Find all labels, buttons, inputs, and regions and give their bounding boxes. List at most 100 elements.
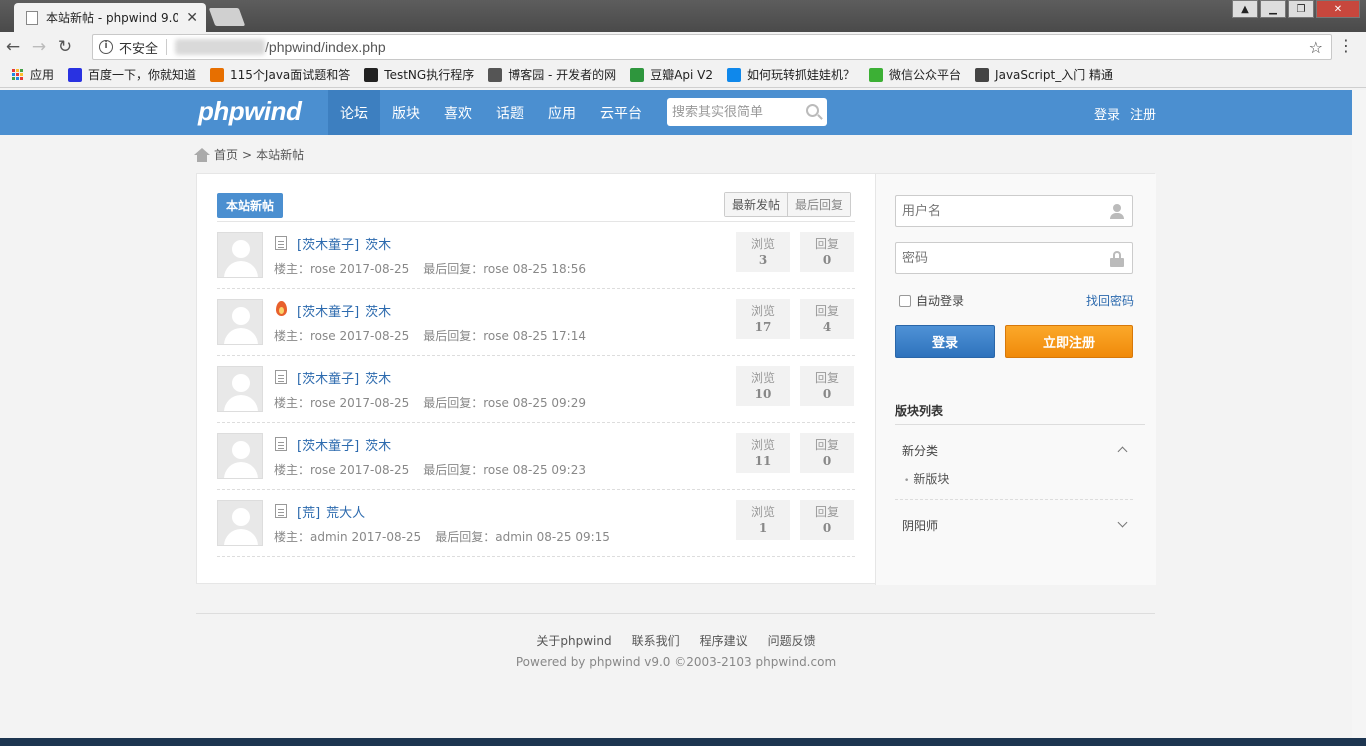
page-scrollbar[interactable] (1352, 90, 1366, 740)
category-onmyoji[interactable]: 阴阳师 (902, 517, 938, 534)
info-icon[interactable]: i (99, 40, 113, 54)
bookmark-item[interactable]: 微信公众平台 (869, 66, 961, 83)
chevron-down-icon[interactable] (1117, 517, 1128, 528)
bookmark-item[interactable]: 豆瓣Api V2 (630, 66, 713, 83)
chevron-up-icon[interactable] (1117, 446, 1128, 457)
bookmarks-bar: 应用 百度一下，你就知道 115个Java面试题和答 TestNG执行程序 博客园 - … (0, 62, 1366, 88)
tab-close-icon[interactable]: ✕ (186, 10, 198, 26)
thread-title-link[interactable]: [茨木童子] 茨木 (297, 435, 391, 454)
category-new[interactable]: 新分类 (902, 442, 938, 459)
footer-divider (196, 613, 1155, 614)
bookmark-item[interactable]: JavaScript_入门 精通 (975, 66, 1113, 83)
reload-icon[interactable]: ↻ (52, 37, 78, 57)
thread-title-link[interactable]: [茨木童子] 茨木 (297, 368, 391, 387)
sort-latest-reply-button[interactable]: 最后回复 (787, 193, 851, 216)
thread-title-link[interactable]: [茨木童子] 茨木 (297, 301, 391, 320)
bookmark-item[interactable]: 115个Java面试题和答 (210, 66, 350, 83)
login-button[interactable]: 登录 (895, 325, 995, 358)
header-login-link[interactable]: 登录 (1094, 104, 1120, 123)
nav-item[interactable]: 话题 (484, 90, 536, 135)
search-input[interactable] (672, 104, 797, 120)
search-box[interactable] (667, 98, 827, 126)
site-header: phpwind 论坛版块喜欢话题应用云平台 登录 注册 (0, 90, 1366, 135)
replies-count: 0 (822, 387, 832, 401)
thread-author[interactable]: admin (310, 530, 348, 544)
thread-board-tag[interactable]: [茨木童子] (297, 439, 359, 454)
nav-item[interactable]: 版块 (380, 90, 432, 135)
bookmark-item[interactable]: 如何玩转抓娃娃机？ (727, 66, 855, 83)
footer-link[interactable]: 问题反馈 (768, 632, 816, 649)
avatar[interactable] (217, 433, 263, 479)
thread-title[interactable]: 茨木 (365, 238, 391, 253)
window-restore-icon[interactable]: ▲ (1232, 0, 1258, 18)
tab-title: 本站新帖 - phpwind 9.0 (46, 11, 179, 25)
nav-item[interactable]: 喜欢 (432, 90, 484, 135)
forgot-password-link[interactable]: 找回密码 (1086, 292, 1134, 309)
username-field[interactable] (895, 195, 1133, 227)
views-label: 浏览 (750, 505, 775, 519)
browser-tab[interactable]: 本站新帖 - phpwind 9.0 ✕ (14, 3, 206, 32)
replies-label: 回复 (814, 237, 839, 251)
forward-arrow-icon[interactable]: → (26, 37, 52, 57)
thread-board-tag[interactable]: [茨木童子] (297, 305, 359, 320)
thread-title-link[interactable]: [荒] 荒大人 (297, 502, 365, 521)
avatar[interactable] (217, 299, 263, 345)
new-tab-button[interactable] (208, 8, 246, 26)
replies-label: 回复 (814, 505, 839, 519)
last-reply-label: 最后回复： (423, 329, 484, 343)
back-arrow-icon[interactable]: ← (0, 37, 26, 57)
avatar[interactable] (217, 366, 263, 412)
footer-link[interactable]: 关于phpwind (536, 632, 611, 649)
subforum-item[interactable]: 新版块 (904, 470, 949, 487)
thread-board-tag[interactable]: [茨木童子] (297, 372, 359, 387)
register-button[interactable]: 立即注册 (1005, 325, 1133, 358)
thread-last-reply: admin 08-25 09:15 (495, 530, 610, 544)
home-icon[interactable] (194, 147, 210, 162)
thread-board-tag[interactable]: [荒] (297, 506, 320, 521)
header-register-link[interactable]: 注册 (1130, 104, 1156, 123)
tab-new-posts[interactable]: 本站新帖 (217, 193, 284, 218)
avatar[interactable] (217, 500, 263, 546)
bookmark-item[interactable]: 百度一下，你就知道 (68, 66, 196, 83)
window-maximize-icon[interactable]: ❐ (1288, 0, 1314, 18)
thread-author[interactable]: rose (310, 396, 336, 410)
document-icon (275, 370, 287, 384)
views-count: 3 (758, 253, 768, 267)
bookmark-item[interactable]: TestNG执行程序 (364, 66, 474, 83)
phpwind-logo[interactable]: phpwind (198, 96, 302, 127)
sort-latest-post-button[interactable]: 最新发帖 (725, 193, 788, 216)
bookmark-item[interactable]: 博客园 - 开发者的网 (488, 66, 616, 83)
breadcrumb-home[interactable]: 首页 (214, 146, 238, 163)
remember-checkbox[interactable] (899, 294, 911, 307)
board-list-title: 版块列表 (895, 404, 944, 418)
views-label: 浏览 (750, 304, 775, 318)
nav-item[interactable]: 应用 (536, 90, 588, 135)
username-input[interactable] (902, 203, 1092, 219)
thread-author[interactable]: rose (310, 463, 336, 477)
thread-title[interactable]: 荒大人 (326, 506, 365, 521)
nav-item[interactable]: 论坛 (328, 90, 380, 135)
footer-link[interactable]: 程序建议 (700, 632, 748, 649)
address-bar[interactable]: i 不安全 /phpwind/index.php ☆ (92, 34, 1332, 60)
footer-link[interactable]: 联系我们 (632, 632, 680, 649)
avatar[interactable] (217, 232, 263, 278)
search-icon[interactable] (806, 104, 819, 117)
password-input[interactable] (902, 250, 1092, 266)
bookmark-item[interactable]: 应用 (10, 66, 54, 83)
thread-title[interactable]: 茨木 (365, 305, 391, 320)
thread-author[interactable]: rose (310, 262, 336, 276)
nav-item[interactable]: 云平台 (588, 90, 654, 135)
thread-author[interactable]: rose (310, 329, 336, 343)
password-field[interactable] (895, 242, 1133, 274)
browser-menu-icon[interactable]: ⋮ (1338, 36, 1354, 56)
thread-title[interactable]: 茨木 (365, 372, 391, 387)
thread-title-link[interactable]: [茨木童子] 茨木 (297, 234, 391, 253)
bookmark-star-icon[interactable]: ☆ (1309, 38, 1323, 57)
remember-me[interactable]: 自动登录 (899, 292, 964, 309)
author-label: 楼主： (274, 396, 311, 410)
window-close-icon[interactable]: ✕ (1316, 0, 1360, 18)
window-minimize-icon[interactable]: ▁ (1260, 0, 1286, 18)
thread-date: 2017-08-25 (339, 329, 410, 343)
thread-title[interactable]: 茨木 (365, 439, 391, 454)
thread-board-tag[interactable]: [茨木童子] (297, 238, 359, 253)
